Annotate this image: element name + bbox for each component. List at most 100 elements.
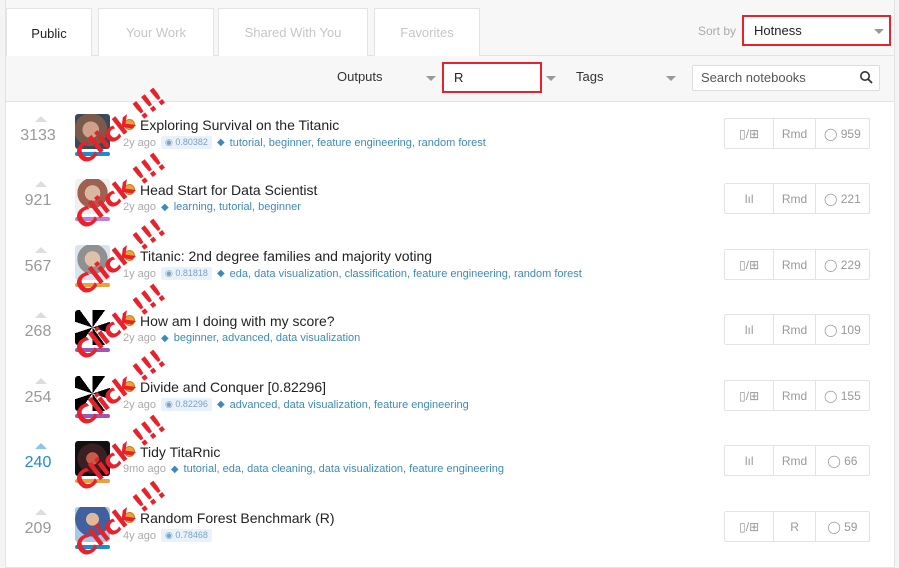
kernel-tags[interactable]: advanced, data visualization, feature en…: [230, 399, 469, 411]
tab-favorites[interactable]: Favorites: [374, 8, 480, 56]
comments-button[interactable]: ◯ 66: [816, 446, 869, 475]
comment-count: 229: [840, 257, 861, 272]
comments-button[interactable]: ◯ 221: [816, 184, 869, 213]
kernel-title[interactable]: Random Forest Benchmark (R): [140, 510, 335, 526]
comment-icon: ◯: [823, 322, 841, 337]
score-value: 0.82296: [175, 399, 208, 409]
upvote-arrow-icon[interactable]: [35, 443, 47, 449]
score-badge: ◉ 0.82296: [161, 398, 212, 411]
kernel-meta: 1y ago ◉ 0.81818 ◆ eda, data visualization,…: [123, 267, 582, 280]
kernel-tags[interactable]: learning, tutorial, beginner: [174, 201, 301, 213]
comment-count: 59: [844, 519, 858, 534]
output-type-button[interactable]: ▯/⊞: [725, 250, 775, 279]
score-badge: ◉ 0.78468: [161, 529, 212, 542]
vote-count: 3133: [20, 127, 56, 144]
comment-icon: ◯: [827, 519, 845, 534]
kernel-meta: 2y ago ◉ 0.82296 ◆ advanced, data visualiza…: [123, 398, 469, 411]
kernel-title[interactable]: Head Start for Data Scientist: [140, 182, 317, 198]
kernel-title[interactable]: Titanic: 2nd degree families and majorit…: [140, 248, 432, 264]
score-badge: ◉ 0.81818: [161, 267, 212, 280]
kernel-meta: 2y ago ◆ beginner, advanced, data visualiz…: [123, 332, 360, 344]
sort-label: Sort by: [698, 24, 737, 38]
tags-filter[interactable]: Tags: [576, 69, 603, 84]
output-type-icon: ▯/⊞: [739, 519, 760, 534]
comment-icon: ◯: [823, 191, 841, 206]
language-badge[interactable]: Rmd: [774, 315, 816, 344]
kernel-tags[interactable]: beginner, advanced, data visualization: [174, 332, 361, 344]
output-type-button[interactable]: ▯/⊞: [725, 381, 775, 410]
language-badge[interactable]: Rmd: [774, 381, 816, 410]
kernel-tags[interactable]: eda, data visualization, classification,…: [230, 268, 582, 280]
kernel-title[interactable]: How am I doing with my score?: [140, 313, 335, 329]
sort-select[interactable]: Hotness: [742, 15, 891, 46]
outputs-filter[interactable]: Outputs: [337, 69, 383, 84]
language-badge[interactable]: Rmd: [774, 184, 816, 213]
tab-your-work[interactable]: Your Work: [98, 8, 214, 56]
comment-count: 109: [840, 322, 861, 337]
tag-icon: ◆: [216, 137, 225, 148]
kernels-panel: Public Your Work Shared With You Favorit…: [5, 0, 895, 568]
output-type-icon: ▯/⊞: [739, 126, 760, 141]
search-icon[interactable]: [859, 70, 873, 84]
kernel-row[interactable]: 268 How am I doing with my score? 2y ago ◆ b…: [6, 279, 894, 367]
output-type-icon: ▯/⊞: [739, 388, 760, 403]
tab-bar: Public Your Work Shared With You Favorit…: [6, 0, 894, 57]
tag-icon: ◆: [161, 332, 169, 344]
comments-button[interactable]: ◯ 959: [816, 119, 869, 148]
output-type-button[interactable]: ▯/⊞: [725, 512, 775, 541]
score-value: 0.78468: [175, 530, 208, 540]
output-type-icon: ▯/⊞: [739, 257, 760, 272]
language-badge[interactable]: Rmd: [774, 446, 816, 475]
language-label: R: [790, 519, 799, 534]
upvote-arrow-icon[interactable]: [35, 312, 47, 318]
language-badge[interactable]: Rmd: [774, 119, 816, 148]
kernel-actions: ▯/⊞ Rmd ◯ 959: [724, 118, 870, 149]
kernel-actions: ▯/⊞ R ◯ 59: [724, 511, 870, 542]
vote-count: 254: [24, 389, 52, 406]
language-chevron-down-icon[interactable]: [546, 76, 556, 81]
comments-button[interactable]: ◯ 155: [816, 381, 869, 410]
tags-chevron-down-icon[interactable]: [666, 76, 676, 81]
vote-count: 567: [24, 258, 52, 275]
comment-count: 959: [840, 126, 861, 141]
upvote-arrow-icon[interactable]: [35, 378, 47, 384]
kernel-tags[interactable]: tutorial, eda, data cleaning, data visua…: [184, 463, 504, 475]
output-type-button[interactable]: lıl: [725, 446, 775, 475]
kernel-row[interactable]: 209 Random Forest Benchmark (R) 4y ago ◉ 0.…: [6, 476, 894, 564]
comments-button[interactable]: ◯ 59: [816, 512, 869, 541]
upvote-arrow-icon[interactable]: [35, 509, 47, 515]
kernel-tags[interactable]: tutorial, beginner, feature engineering,…: [230, 137, 486, 149]
output-type-button[interactable]: lıl: [725, 315, 775, 344]
tag-icon: ◆: [216, 268, 225, 279]
kernel-title[interactable]: Divide and Conquer [0.82296]: [140, 379, 326, 395]
comments-button[interactable]: ◯ 229: [816, 250, 869, 279]
language-label: Rmd: [781, 453, 808, 468]
upvote-arrow-icon[interactable]: [35, 247, 47, 253]
tab-shared-with-you[interactable]: Shared With You: [218, 8, 368, 56]
language-select[interactable]: R: [442, 62, 542, 93]
kernel-row[interactable]: 240 Tidy TitaRnic 9mo ago ◆ tutorial, eda, d…: [6, 410, 894, 498]
output-type-button[interactable]: ▯/⊞: [725, 119, 775, 148]
score-value: 0.80382: [175, 137, 208, 147]
vote-count: 921: [24, 192, 52, 209]
comment-icon: ◯: [823, 257, 841, 272]
score-badge: ◉ 0.80382: [161, 136, 212, 149]
vote-count: 268: [24, 323, 52, 340]
output-type-button[interactable]: lıl: [725, 184, 775, 213]
comments-button[interactable]: ◯ 109: [816, 315, 869, 344]
kernel-meta: 2y ago ◉ 0.80382 ◆ tutorial, beginner, feat…: [123, 136, 486, 149]
comment-count: 155: [840, 388, 861, 403]
upvote-arrow-icon[interactable]: [35, 181, 47, 187]
output-type-icon: lıl: [744, 453, 754, 468]
search-input[interactable]: Search notebooks: [692, 65, 880, 91]
vote-count: 209: [24, 520, 52, 537]
tag-icon: ◆: [170, 463, 179, 475]
language-label: Rmd: [781, 191, 808, 206]
language-badge[interactable]: Rmd: [774, 250, 816, 279]
outputs-chevron-down-icon[interactable]: [426, 76, 436, 81]
upvote-arrow-icon[interactable]: [35, 116, 47, 122]
language-badge[interactable]: R: [774, 512, 816, 541]
kernel-row[interactable]: 921 Head Start for Data Scientist 2y ago ◆ l…: [6, 148, 894, 236]
tab-public[interactable]: Public: [6, 8, 92, 57]
kernel-title[interactable]: Exploring Survival on the Titanic: [140, 117, 339, 133]
